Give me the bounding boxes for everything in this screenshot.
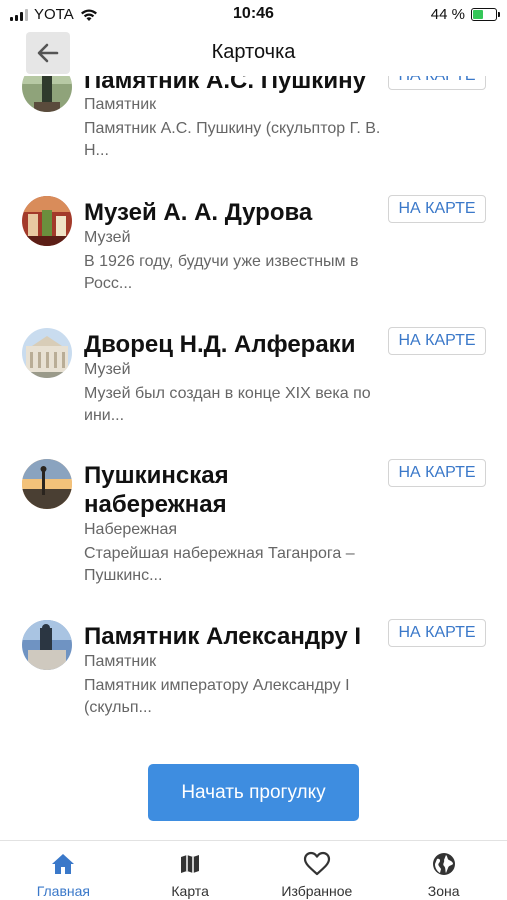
- place-category: Памятник: [84, 96, 157, 113]
- list-item[interactable]: Памятник Александру I НА КАРТЕ Памятник …: [0, 618, 507, 728]
- tab-map[interactable]: Карта: [127, 841, 254, 900]
- place-category: Набережная: [84, 521, 178, 538]
- list-item[interactable]: Дворец Н.Д. Алфераки НА КАРТЕ Музей Музе…: [0, 326, 507, 436]
- tab-label: Главная: [36, 883, 91, 899]
- place-title[interactable]: Памятник Александру I: [84, 622, 384, 651]
- place-title[interactable]: Дворец Н.Д. Алфераки: [84, 330, 384, 359]
- place-description: Старейшая набережная Таганрога – Пушкинс…: [84, 545, 355, 584]
- heart-icon: [303, 851, 330, 876]
- tab-favorites[interactable]: Избранное: [254, 841, 381, 900]
- battery-fill: [473, 10, 483, 19]
- home-icon: [52, 854, 75, 874]
- list-item[interactable]: Музей А. А. Дурова НА КАРТЕ Музей В 1926…: [0, 194, 507, 304]
- show-on-map-button[interactable]: НА КАРТЕ: [388, 459, 486, 487]
- page-title: Карточка: [211, 41, 296, 63]
- place-title[interactable]: Памятник А.С. Пушкину: [84, 76, 384, 95]
- tab-label: Зона: [427, 883, 460, 899]
- tab-label: Избранное: [281, 883, 353, 899]
- place-description: Памятник императору Александру I (скульп…: [84, 677, 350, 716]
- list-item[interactable]: Пушкинская набережная НА КАРТЕ Набережна…: [0, 457, 507, 597]
- place-thumbnail: [22, 620, 72, 670]
- place-category: Музей: [84, 229, 131, 246]
- place-thumbnail: [22, 196, 72, 246]
- nav-header: Карточка: [0, 30, 507, 76]
- show-on-map-button[interactable]: НА КАРТЕ: [388, 327, 486, 355]
- start-walk-button[interactable]: Начать прогулку: [148, 764, 359, 821]
- tab-bar: Главная Карта Избранное Зона: [0, 840, 507, 900]
- map-icon: [181, 855, 200, 873]
- show-on-map-button[interactable]: НА КАРТЕ: [388, 619, 486, 647]
- place-description: Музей был создан в конце XIX века по ини…: [84, 385, 371, 424]
- globe-icon: [432, 853, 455, 875]
- places-list[interactable]: Памятник А.С. Пушкину НА КАРТЕ Памятник …: [0, 76, 507, 748]
- place-description: Памятник А.С. Пушкину (скульптор Г. В. Н…: [84, 120, 381, 159]
- show-on-map-button[interactable]: НА КАРТЕ: [388, 195, 486, 223]
- place-title[interactable]: Музей А. А. Дурова: [84, 198, 384, 227]
- place-thumbnail: [22, 76, 72, 112]
- battery-percent: 44 %: [430, 6, 465, 23]
- place-thumbnail: [22, 459, 72, 509]
- place-description: В 1926 году, будучи уже известным в Росс…: [84, 253, 359, 292]
- show-on-map-button[interactable]: НА КАРТЕ: [388, 76, 486, 90]
- place-title[interactable]: Пушкинская набережная: [84, 461, 284, 519]
- tab-label: Карта: [171, 883, 209, 899]
- status-right: 44 %: [430, 6, 500, 23]
- place-category: Музей: [84, 361, 131, 378]
- place-thumbnail: [22, 328, 72, 378]
- list-item[interactable]: Памятник А.С. Пушкину НА КАРТЕ Памятник …: [0, 76, 507, 176]
- tab-home[interactable]: Главная: [0, 841, 127, 900]
- tab-zone[interactable]: Зона: [380, 841, 507, 900]
- battery-icon: [471, 8, 500, 21]
- status-bar: YOTA 10:46 44 %: [0, 0, 507, 30]
- place-category: Памятник: [84, 653, 157, 670]
